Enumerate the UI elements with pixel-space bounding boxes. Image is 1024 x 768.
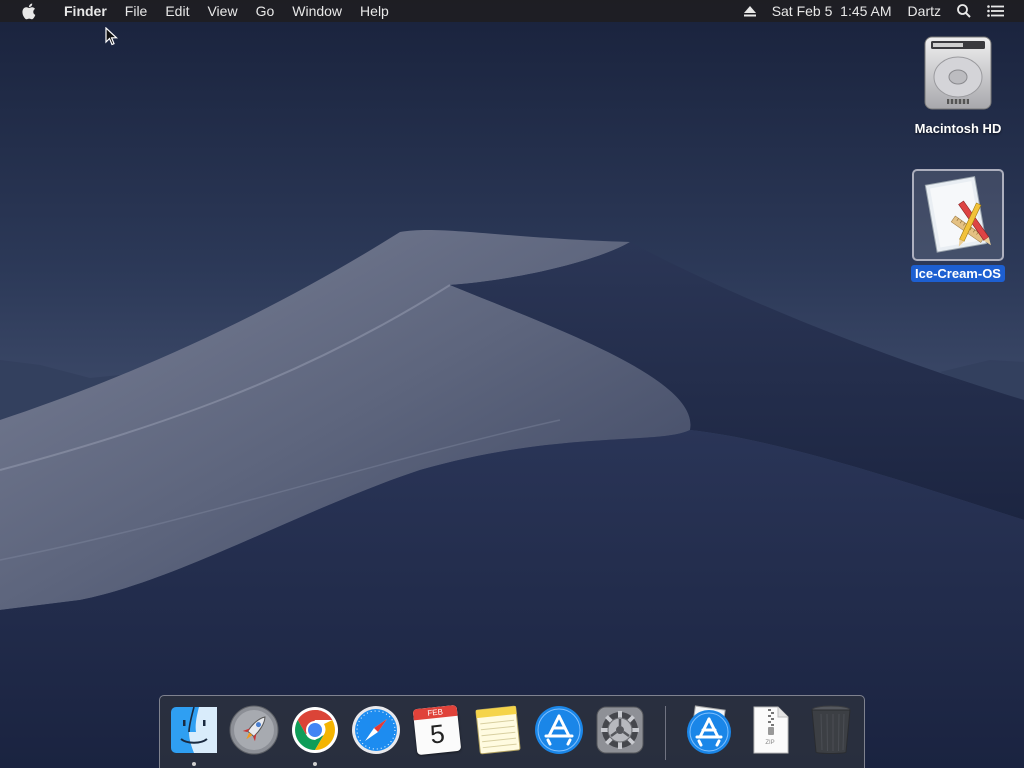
dock-separator	[665, 706, 666, 760]
running-indicator	[192, 762, 196, 766]
dock: FEB 5 ZIP	[159, 695, 865, 768]
desktop-icon-ice-cream-os[interactable]: Ice-Cream-OS	[903, 169, 1013, 282]
calendar-day: 5	[428, 718, 447, 750]
eject-icon[interactable]	[736, 0, 764, 22]
menu-view[interactable]: View	[198, 0, 246, 22]
desktop-icon-label: Ice-Cream-OS	[911, 265, 1005, 282]
dock-trash-icon[interactable]	[805, 704, 857, 756]
desktop-icon-label: Macintosh HD	[914, 121, 1002, 136]
desktop-icon-macintosh-hd[interactable]: Macintosh HD	[903, 30, 1013, 137]
dock-downloads-app-store-icon[interactable]	[683, 704, 735, 756]
menu-file[interactable]: File	[116, 0, 157, 22]
menu-bar: Finder File Edit View Go Window Help Sat…	[0, 0, 1024, 22]
dock-chrome-icon[interactable]	[289, 704, 341, 756]
menu-finder[interactable]: Finder	[55, 0, 116, 22]
dock-safari-icon[interactable]	[350, 704, 402, 756]
dock-launchpad-icon[interactable]	[228, 704, 280, 756]
dock-app-store-icon[interactable]	[533, 704, 585, 756]
menu-go[interactable]: Go	[247, 0, 284, 22]
spotlight-search-icon[interactable]	[949, 0, 979, 22]
menu-user[interactable]: Dartz	[900, 0, 949, 22]
hard-drive-icon[interactable]	[912, 30, 1004, 116]
dock-notes-icon[interactable]	[472, 704, 524, 756]
apple-menu-icon[interactable]	[19, 2, 37, 20]
desktop-wallpaper	[0, 0, 1024, 768]
menu-edit[interactable]: Edit	[156, 0, 198, 22]
dock-system-preferences-icon[interactable]	[594, 704, 646, 756]
mouse-cursor-icon	[105, 26, 119, 51]
zip-label: ZIP	[765, 740, 775, 746]
dock-finder-icon[interactable]	[168, 704, 220, 756]
menu-window[interactable]: Window	[283, 0, 351, 22]
menu-clock[interactable]: Sat Feb 5 1:45 AM	[764, 0, 900, 22]
dock-calendar-icon[interactable]: FEB 5	[411, 704, 463, 756]
dock-zip-file-icon[interactable]: ZIP	[744, 704, 796, 756]
menu-help[interactable]: Help	[351, 0, 398, 22]
running-indicator	[313, 762, 317, 766]
app-installer-icon[interactable]	[912, 169, 1004, 261]
notification-center-icon[interactable]	[979, 0, 1012, 22]
